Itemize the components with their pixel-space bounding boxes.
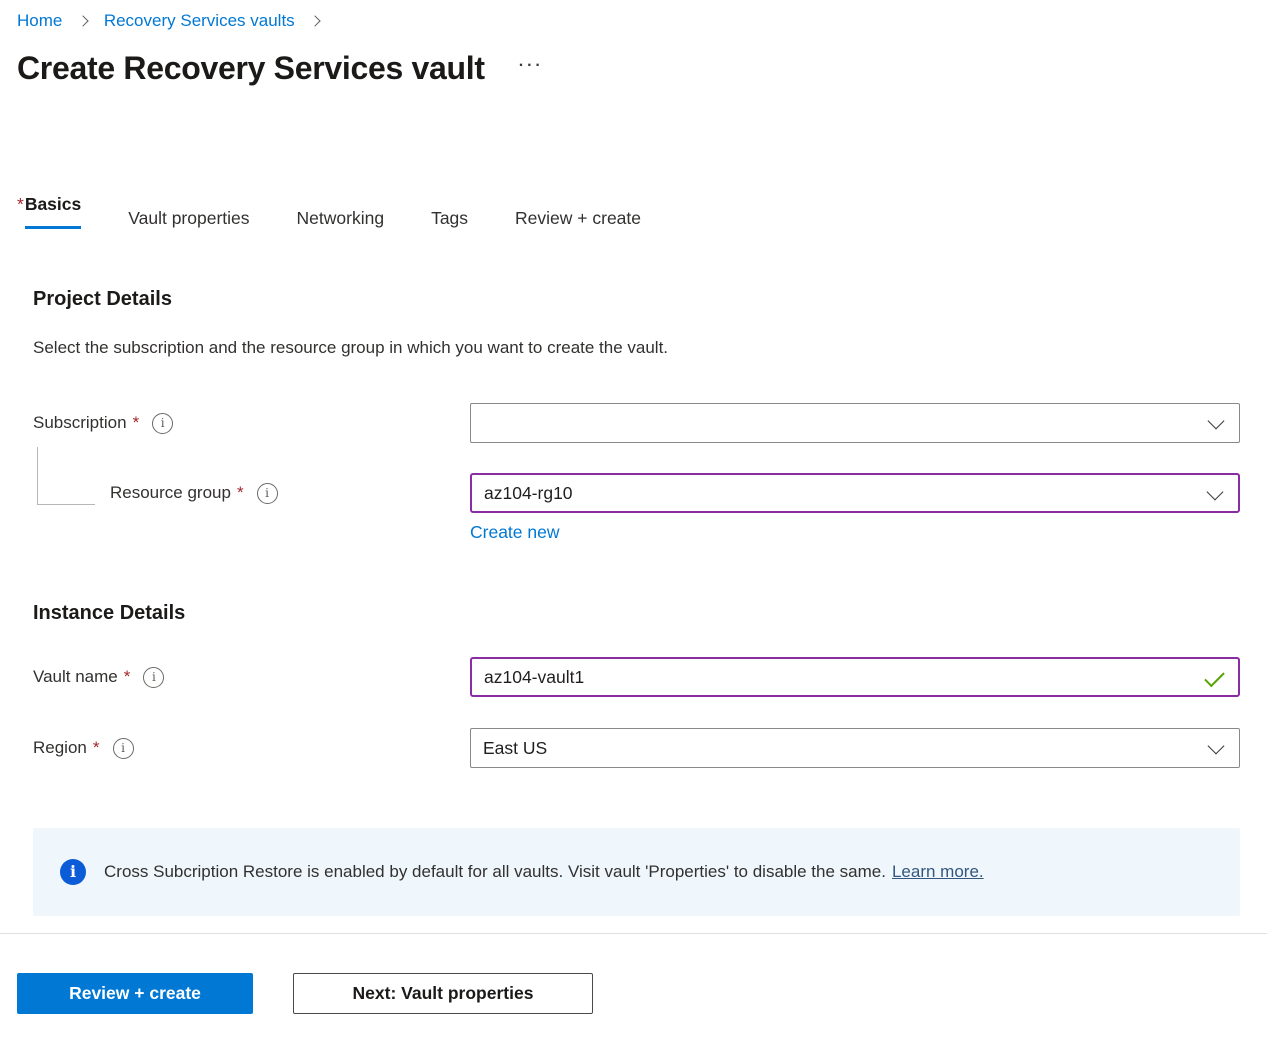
resource-group-row: Resource group * i Create new: [33, 473, 1240, 543]
vault-name-label-text: Vault name: [33, 667, 118, 687]
info-icon: i: [60, 859, 86, 885]
vault-name-label: Vault name * i: [33, 657, 470, 697]
review-create-button[interactable]: Review + create: [17, 973, 253, 1014]
instance-details-heading: Instance Details: [33, 601, 1240, 625]
create-recovery-services-vault-page: Home Recovery Services vaults Create Rec…: [0, 0, 1267, 1050]
tab-networking[interactable]: Networking: [297, 208, 385, 229]
resource-group-label: Resource group * i: [33, 473, 470, 513]
required-asterisk: *: [124, 667, 131, 687]
info-glyph: i: [70, 864, 76, 880]
required-asterisk: *: [93, 738, 100, 758]
tab-bar: *Basics Vault properties Networking Tags…: [17, 194, 1267, 229]
info-glyph: i: [161, 417, 165, 429]
tab-label: Networking: [297, 208, 385, 242]
next-vault-properties-button[interactable]: Next: Vault properties: [293, 973, 593, 1014]
chevron-right-icon: [77, 15, 88, 26]
tab-label: Tags: [431, 208, 468, 242]
info-banner: i Cross Subcription Restore is enabled b…: [33, 828, 1240, 916]
footer-actions: Review + create Next: Vault properties: [17, 973, 1267, 1014]
required-asterisk: *: [237, 483, 244, 503]
info-icon[interactable]: i: [152, 413, 173, 434]
tab-vault-properties[interactable]: Vault properties: [128, 208, 249, 229]
breadcrumb: Home Recovery Services vaults: [0, 0, 1267, 32]
tab-review-create[interactable]: Review + create: [515, 208, 641, 229]
project-details-heading: Project Details: [33, 287, 1240, 311]
breadcrumb-recovery-services-vaults[interactable]: Recovery Services vaults: [104, 11, 295, 30]
tab-basics[interactable]: *Basics: [17, 194, 81, 229]
info-icon[interactable]: i: [257, 483, 278, 504]
tab-label: Vault properties: [128, 208, 249, 242]
subscription-label-text: Subscription: [33, 413, 127, 433]
tree-connector-line: [37, 447, 95, 505]
resource-group-control: Create new: [470, 473, 1240, 543]
info-glyph: i: [121, 742, 125, 754]
info-icon[interactable]: i: [113, 738, 134, 759]
vault-name-field[interactable]: [470, 657, 1240, 697]
more-options-button[interactable]: ···: [519, 58, 544, 74]
banner-text: Cross Subcription Restore is enabled by …: [104, 862, 886, 882]
tab-label: Basics: [25, 194, 81, 229]
vault-name-input[interactable]: [472, 659, 1238, 695]
basics-form: Project Details Select the subscription …: [33, 287, 1240, 916]
learn-more-link[interactable]: Learn more.: [892, 862, 984, 882]
region-input[interactable]: [471, 729, 1239, 767]
resource-group-dropdown[interactable]: [470, 473, 1240, 513]
tab-label: Review + create: [515, 208, 641, 242]
vault-name-row: Vault name * i: [33, 657, 1240, 697]
required-asterisk: *: [17, 194, 24, 214]
resource-group-label-text: Resource group: [110, 483, 231, 503]
subscription-input[interactable]: [471, 404, 1239, 442]
region-dropdown[interactable]: [470, 728, 1240, 768]
required-asterisk: *: [133, 413, 140, 433]
resource-group-input[interactable]: [472, 475, 1238, 511]
info-glyph: i: [265, 487, 269, 499]
info-glyph: i: [152, 671, 156, 683]
region-label: Region * i: [33, 728, 470, 768]
tab-tags[interactable]: Tags: [431, 208, 468, 229]
info-icon[interactable]: i: [143, 667, 164, 688]
subscription-dropdown[interactable]: [470, 403, 1240, 443]
region-row: Region * i: [33, 728, 1240, 768]
region-label-text: Region: [33, 738, 87, 758]
subscription-row: Subscription * i: [33, 403, 1240, 443]
subscription-label: Subscription * i: [33, 403, 470, 443]
footer-divider: [0, 933, 1267, 934]
project-details-description: Select the subscription and the resource…: [33, 337, 1240, 359]
breadcrumb-home[interactable]: Home: [17, 11, 62, 30]
page-title: Create Recovery Services vault: [17, 48, 485, 88]
chevron-right-icon: [310, 15, 321, 26]
create-new-link[interactable]: Create new: [470, 522, 560, 543]
page-header: Create Recovery Services vault ···: [17, 48, 1267, 88]
